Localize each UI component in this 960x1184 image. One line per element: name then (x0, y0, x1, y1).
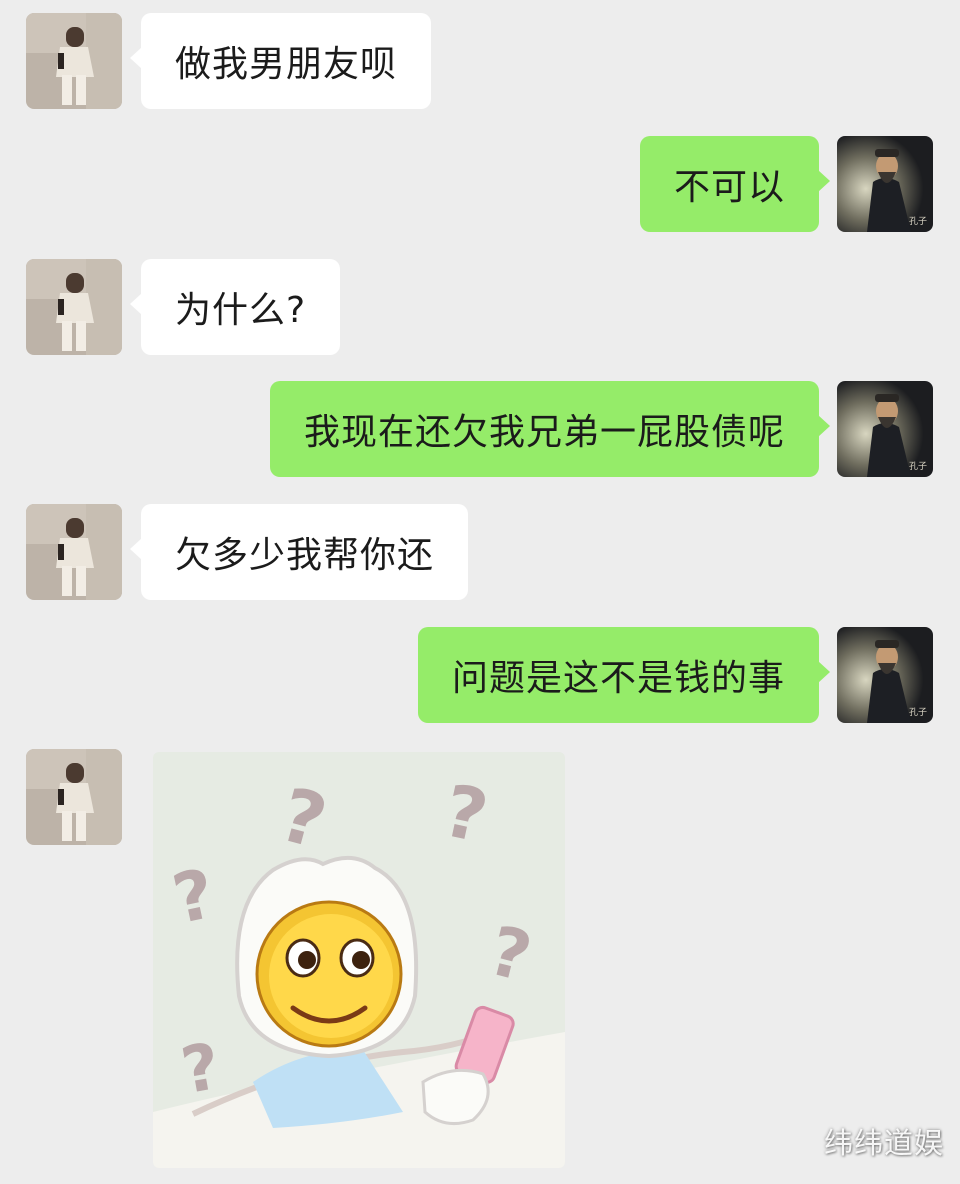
message-row: 为什么? (0, 259, 960, 359)
avatar-photo-icon (26, 504, 122, 600)
message-row: 不可以 孔子 (0, 136, 960, 236)
confused-smiley-sticker-icon: ? ? ? ? ? (153, 752, 565, 1168)
outgoing-message-bubble[interactable]: 不可以 (639, 136, 831, 232)
confucius-portrait-icon: 孔子 (837, 136, 933, 232)
contact-avatar[interactable] (26, 749, 122, 845)
sticker-message[interactable]: ? ? ? ? ? (153, 752, 565, 1168)
contact-avatar[interactable] (26, 259, 122, 355)
watermark: 纬纬道娱 (823, 1126, 944, 1160)
contact-avatar[interactable] (26, 504, 122, 600)
incoming-message-bubble[interactable]: 做我男朋友呗 (129, 13, 432, 109)
message-row: 做我男朋友呗 (0, 13, 960, 113)
my-avatar[interactable]: 孔子 (837, 627, 933, 723)
confucius-portrait-icon: 孔子 (837, 381, 933, 477)
outgoing-message-bubble[interactable]: 我现在还欠我兄弟一屁股债呢 (269, 381, 831, 477)
incoming-message-bubble[interactable]: 为什么? (129, 259, 341, 355)
portrait-caption: 孔子 (909, 216, 927, 227)
message-row: 问题是这不是钱的事 孔子 (0, 627, 960, 727)
chat-thread: 做我男朋友呗 不可以 孔子 为什么? 我现在还欠我兄弟一屁股债呢 孔子 欠多少我… (0, 0, 960, 1184)
portrait-caption: 孔子 (909, 461, 927, 472)
contact-avatar[interactable] (26, 13, 122, 109)
outgoing-message-bubble[interactable]: 问题是这不是钱的事 (417, 627, 831, 723)
message-row: 欠多少我帮你还 (0, 504, 960, 604)
incoming-message-bubble[interactable]: 欠多少我帮你还 (129, 504, 469, 600)
my-avatar[interactable]: 孔子 (837, 136, 933, 232)
message-row: 我现在还欠我兄弟一屁股债呢 孔子 (0, 381, 960, 481)
avatar-photo-icon (26, 13, 122, 109)
portrait-caption: 孔子 (909, 707, 927, 718)
avatar-photo-icon (26, 749, 122, 845)
avatar-photo-icon (26, 259, 122, 355)
confucius-portrait-icon: 孔子 (837, 627, 933, 723)
my-avatar[interactable]: 孔子 (837, 381, 933, 477)
